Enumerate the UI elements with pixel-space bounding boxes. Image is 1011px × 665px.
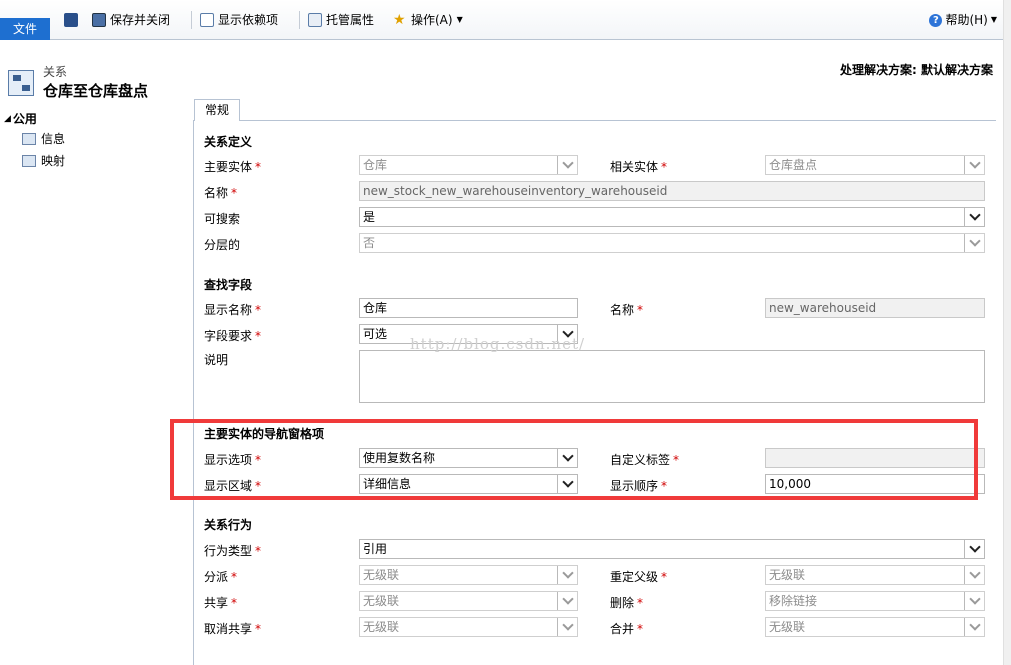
nav-item-label: 信息 [41, 132, 66, 146]
lookup-name-label: 名称 * [610, 303, 644, 317]
chevron-down-icon [557, 566, 577, 584]
help-label: 帮助(H) [945, 13, 988, 27]
nav-group-label: 公用 [12, 112, 37, 126]
save-close-icon [92, 13, 106, 27]
solution-label: 处理解决方案: 默认解决方案 [840, 63, 993, 77]
chevron-down-icon [964, 566, 984, 584]
hierarchical-label: 分层的 [204, 238, 241, 252]
description-textarea[interactable] [359, 350, 985, 403]
highlight-box [170, 419, 978, 500]
file-tab[interactable]: 文件 [0, 18, 50, 40]
hierarchical-select[interactable]: 否 [359, 233, 985, 253]
merge-label: 合并 * [610, 622, 644, 636]
page-title: 仓库至仓库盘点 [43, 82, 149, 100]
section-title-definition: 关系定义 [204, 135, 253, 149]
chevron-down-icon [964, 208, 984, 226]
share-select[interactable]: 无级联 [359, 591, 578, 611]
display-name-input[interactable]: 仓库 [359, 298, 578, 318]
relationship-entity-icon [8, 70, 34, 96]
save-close-label: 保存并关闭 [110, 13, 171, 27]
chevron-down-icon [964, 592, 984, 610]
section-title-lookup: 查找字段 [204, 278, 253, 292]
unshare-label: 取消共享 * [204, 622, 262, 636]
actions-menu-button[interactable]: ★ 操作(A) ▼ [393, 9, 463, 31]
reparent-label: 重定父级 * [610, 570, 668, 584]
properties-icon [308, 13, 322, 27]
chevron-down-icon [964, 540, 984, 558]
watermark: http://blog.csdn.net/ [410, 335, 586, 353]
show-dependencies-label: 显示依赖项 [218, 13, 279, 27]
record-type: 关系 [43, 65, 68, 79]
info-icon [22, 132, 36, 145]
delete-select[interactable]: 移除链接 [765, 591, 985, 611]
delete-label: 删除 * [610, 596, 644, 610]
tab-general[interactable]: 常规 [194, 99, 240, 121]
assign-select[interactable]: 无级联 [359, 565, 578, 585]
merge-select[interactable]: 无级联 [765, 617, 985, 637]
name-label: 名称 * [204, 186, 238, 200]
description-label: 说明 [204, 353, 229, 367]
vertical-scrollbar[interactable] [1003, 0, 1011, 665]
mapping-icon [22, 154, 36, 167]
share-label: 共享 * [204, 596, 238, 610]
unshare-select[interactable]: 无级联 [359, 617, 578, 637]
chevron-down-icon: ▼ [456, 15, 463, 24]
chevron-down-icon [964, 156, 984, 174]
save-button[interactable] [64, 9, 78, 31]
searchable-label: 可搜索 [204, 212, 241, 226]
managed-properties-button[interactable]: 托管属性 [308, 9, 374, 31]
chevron-down-icon [557, 156, 577, 174]
related-entity-label: 相关实体 * [610, 160, 668, 174]
collapse-triangle-icon: ◢ [4, 113, 11, 124]
chevron-down-icon [964, 618, 984, 636]
save-icon [64, 13, 78, 27]
save-close-button[interactable]: 保存并关闭 [92, 9, 170, 31]
chevron-down-icon [557, 618, 577, 636]
nav-item-mapping[interactable]: 映射 [22, 152, 65, 169]
help-button[interactable]: ? 帮助(H) ▼ [929, 9, 997, 31]
primary-entity-label: 主要实体 * [204, 160, 262, 174]
managed-properties-label: 托管属性 [326, 13, 375, 27]
primary-entity-select[interactable]: 仓库 [359, 155, 578, 175]
lookup-name-field[interactable]: new_warehouseid [765, 298, 985, 318]
nav-item-info[interactable]: 信息 [22, 130, 65, 147]
actions-label: 操作(A) [411, 13, 453, 27]
reparent-select[interactable]: 无级联 [765, 565, 985, 585]
chevron-down-icon [964, 234, 984, 252]
ribbon: 文件 保存并关闭 显示依赖项 托管属性 ★ 操作(A) ▼ ? 帮助(H) ▼ [0, 0, 1011, 40]
dependencies-icon [200, 13, 214, 27]
help-icon: ? [929, 13, 943, 27]
chevron-down-icon [557, 592, 577, 610]
nav-item-label: 映射 [41, 154, 66, 168]
assign-label: 分派 * [204, 570, 238, 584]
related-entity-select[interactable]: 仓库盘点 [765, 155, 985, 175]
display-name-label: 显示名称 * [204, 303, 262, 317]
nav-group-common[interactable]: ◢ 公用 [4, 110, 37, 127]
requirement-label: 字段要求 * [204, 329, 262, 343]
section-title-behavior: 关系行为 [204, 518, 253, 532]
behavior-type-label: 行为类型 * [204, 544, 262, 558]
show-dependencies-button[interactable]: 显示依赖项 [200, 9, 278, 31]
searchable-select[interactable]: 是 [359, 207, 985, 227]
star-icon: ★ [393, 12, 406, 28]
ribbon-separator [299, 11, 300, 29]
ribbon-separator [191, 11, 192, 29]
chevron-down-icon: ▼ [990, 15, 997, 24]
behavior-type-select[interactable]: 引用 [359, 539, 985, 559]
name-field[interactable]: new_stock_new_warehouseinventory_warehou… [359, 181, 985, 201]
